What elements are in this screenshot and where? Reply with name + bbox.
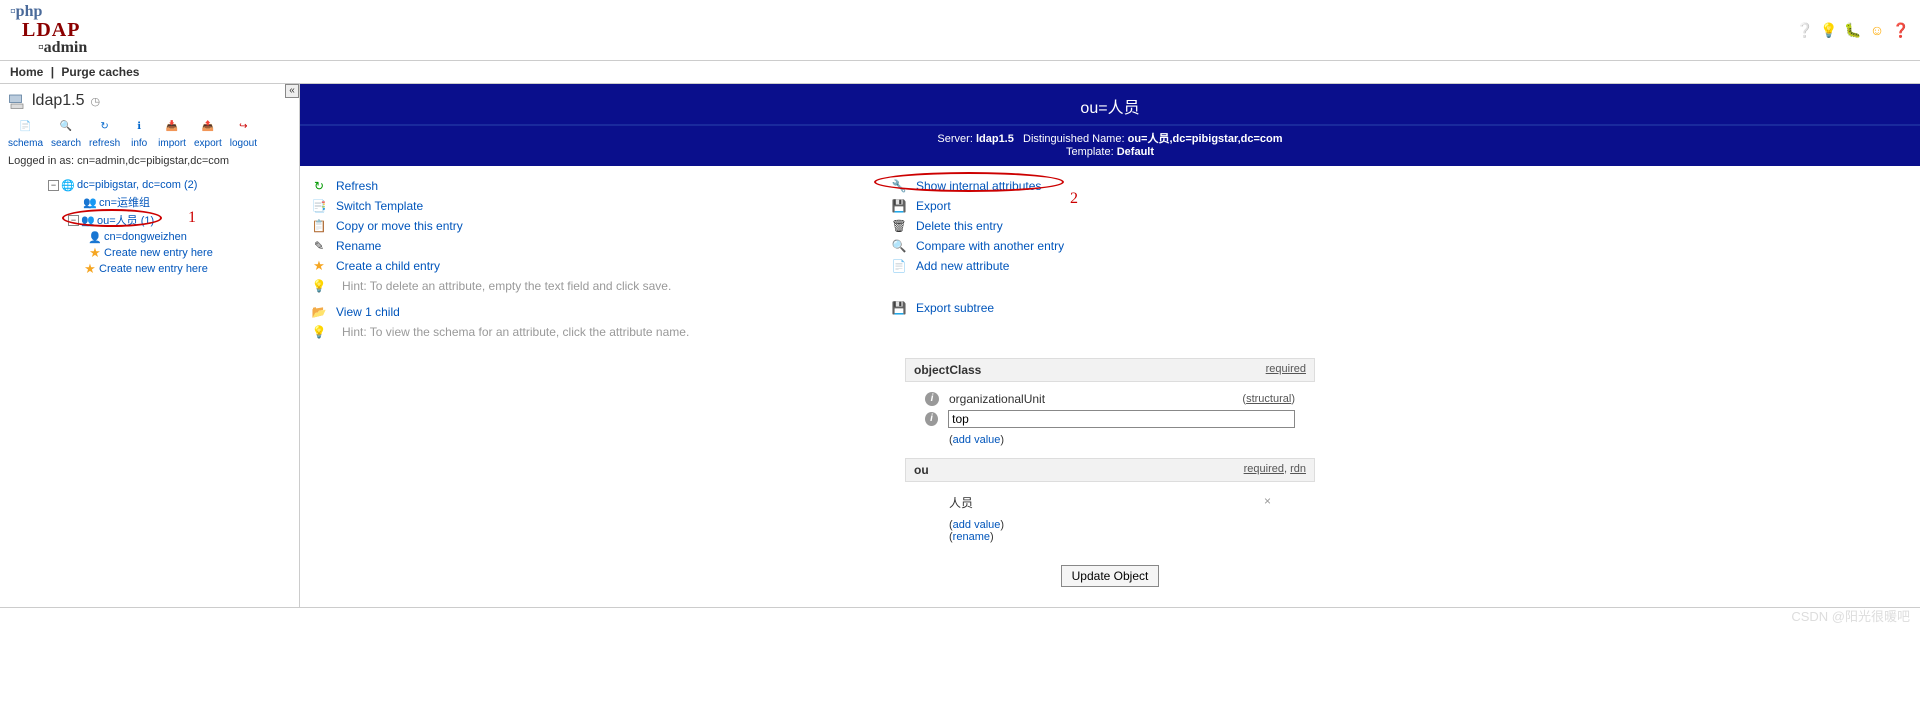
structural-flag: structural <box>1246 393 1291 405</box>
home-link[interactable]: Home <box>10 65 43 79</box>
hint-text: Hint: To view the schema for an attribut… <box>342 325 689 339</box>
switch-template-link[interactable]: Switch Template <box>336 199 423 213</box>
top-nav: Home | Purge caches <box>0 61 1920 84</box>
person-icon: 👤 <box>88 230 102 244</box>
compare-icon: 🔍 <box>890 238 908 254</box>
children-icon: 📂 <box>310 304 328 320</box>
required-flag: required <box>1266 363 1306 375</box>
create-entry-link[interactable]: Create new entry here <box>99 263 208 275</box>
annotation-2: 2 <box>1070 190 1078 208</box>
help-request-icon[interactable]: ❔ <box>1796 21 1814 39</box>
tree-collapse-icon[interactable]: − <box>48 180 59 191</box>
tree-node-cn-user[interactable]: cn=dongweizhen <box>104 231 187 243</box>
info-icon[interactable]: i <box>925 412 938 426</box>
create-child-link[interactable]: Create a child entry <box>336 259 440 273</box>
refresh-icon: ↻ <box>310 178 328 194</box>
lightbulb-icon[interactable]: 💡 <box>1820 21 1838 39</box>
export-button[interactable]: 📤export <box>194 116 222 149</box>
tools-icon: 🔧 <box>890 178 908 194</box>
ldap-tree: − 🌐 dc=pibigstar, dc=com (2) 👥 cn=运维组 − … <box>8 177 291 277</box>
export-subtree-icon: 💾 <box>890 300 908 316</box>
attr-ou-label: ou <box>914 463 929 477</box>
add-attr-icon: 📄 <box>890 258 908 274</box>
help-icon[interactable]: ❓ <box>1892 21 1910 39</box>
ou-icon: 👥 <box>81 213 95 227</box>
bug-icon[interactable]: 🐛 <box>1844 21 1862 39</box>
create-entry-link[interactable]: Create new entry here <box>104 247 213 259</box>
purge-caches-link[interactable]: Purge caches <box>61 65 139 79</box>
rename-link[interactable]: rename <box>953 531 990 543</box>
trash-icon: 🗑 <box>890 218 908 234</box>
header-icons: ❔ 💡 🐛 ☺ ❓ <box>1796 21 1910 39</box>
export-icon: 💾 <box>890 198 908 214</box>
logout-button[interactable]: ↪logout <box>230 116 257 149</box>
hint-icon: 💡 <box>310 278 328 294</box>
hint-text: Hint: To delete an attribute, empty the … <box>342 279 671 293</box>
export-link[interactable]: Export <box>916 199 951 213</box>
ou-flags: required, rdn <box>1244 463 1306 477</box>
group-icon: 👥 <box>83 195 97 209</box>
template-icon: 📑 <box>310 198 328 214</box>
server-title: ldap1.5 ◷ <box>8 92 291 110</box>
collapse-sidebar-button[interactable]: « <box>285 84 299 98</box>
clock-icon: ◷ <box>91 95 101 108</box>
add-value-link[interactable]: add value <box>953 519 1001 531</box>
view-children-link[interactable]: View 1 child <box>336 305 400 319</box>
logged-in-text: Logged in as: cn=admin,dc=pibigstar,dc=c… <box>8 155 291 167</box>
app-logo: ▫php LDAP ▫admin <box>10 4 87 56</box>
star-icon: ★ <box>88 246 102 260</box>
sidebar-toolbar: 📄schema 🔍search ↻refresh ℹinfo 📥import 📤… <box>8 116 291 149</box>
schema-button[interactable]: 📄schema <box>8 116 43 149</box>
tree-node-ou-people[interactable]: ou=人员 (1) <box>97 212 154 228</box>
star-icon: ★ <box>310 258 328 274</box>
smiley-icon[interactable]: ☺ <box>1868 21 1886 39</box>
attributes-panel: objectClass required i organizationalUni… <box>905 358 1315 587</box>
export-subtree-link[interactable]: Export subtree <box>916 301 994 315</box>
tree-collapse-icon[interactable]: − <box>68 215 79 226</box>
annotation-1: 1 <box>188 209 196 227</box>
globe-icon: 🌐 <box>61 178 75 192</box>
server-icon <box>8 92 26 110</box>
update-object-button[interactable]: Update Object <box>1061 565 1160 587</box>
compare-entry-link[interactable]: Compare with another entry <box>916 239 1064 253</box>
ou-value: 人员 <box>949 494 973 511</box>
add-attribute-link[interactable]: Add new attribute <box>916 259 1009 273</box>
info-icon[interactable]: i <box>925 392 939 406</box>
attr-objectclass-label: objectClass <box>914 363 981 377</box>
add-value-link[interactable]: add value <box>953 434 1001 446</box>
star-icon: ★ <box>83 262 97 276</box>
watermark: CSDN @阳光很暖吧 <box>1791 606 1910 625</box>
entry-subheader: Server: ldap1.5 Distinguished Name: ou=人… <box>300 124 1920 166</box>
rename-icon: ✎ <box>310 238 328 254</box>
refresh-link[interactable]: Refresh <box>336 179 378 193</box>
hint-icon: 💡 <box>310 324 328 340</box>
delete-entry-link[interactable]: Delete this entry <box>916 219 1003 233</box>
import-button[interactable]: 📥import <box>158 116 186 149</box>
show-internal-attrs-link[interactable]: Show internal attributes <box>916 179 1041 193</box>
entry-title: ou=人员 <box>300 84 1920 124</box>
tree-node-cn-group[interactable]: cn=运维组 <box>99 194 150 210</box>
copy-icon: 📋 <box>310 218 328 234</box>
objectclass-value-2-input[interactable] <box>948 410 1295 428</box>
tree-node-root[interactable]: dc=pibigstar, dc=com (2) <box>77 179 197 191</box>
info-button[interactable]: ℹinfo <box>128 116 150 149</box>
search-button[interactable]: 🔍search <box>51 116 81 149</box>
copy-move-link[interactable]: Copy or move this entry <box>336 219 463 233</box>
objectclass-value-1: organizationalUnit <box>949 392 1232 406</box>
rename-link[interactable]: Rename <box>336 239 381 253</box>
refresh-button[interactable]: ↻refresh <box>89 116 120 149</box>
